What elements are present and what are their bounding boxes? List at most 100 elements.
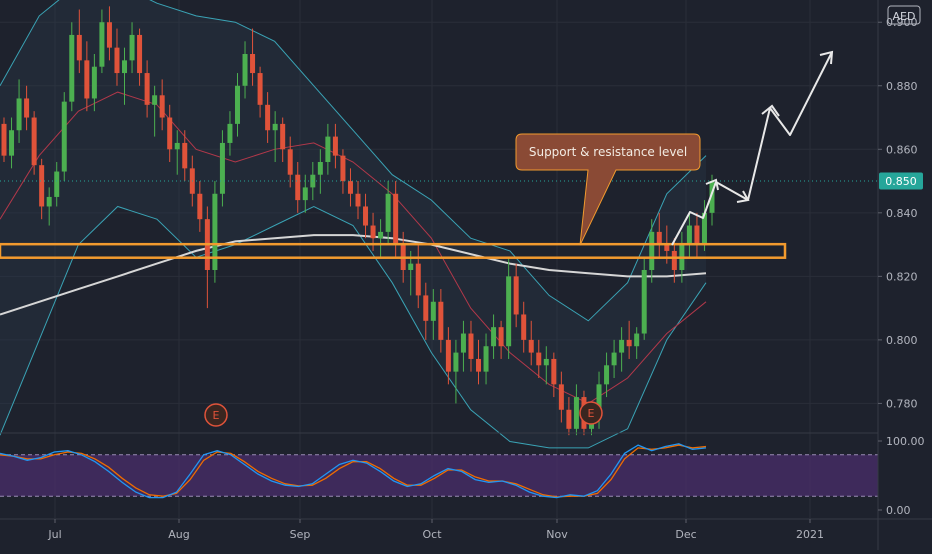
time-tick-label: Nov [546, 528, 568, 541]
time-tick-label: 2021 [796, 528, 824, 541]
candle-body [604, 365, 610, 385]
candle-body [174, 142, 180, 150]
candle-body [460, 333, 466, 353]
price-tick-label: 0.860 [886, 143, 918, 156]
candle-body [325, 136, 331, 162]
candle-body [430, 301, 436, 321]
candle-body [513, 276, 519, 315]
callout-label: Support & resistance level [529, 145, 687, 159]
candle-body [438, 301, 444, 340]
candle-body [611, 352, 617, 366]
candle-body [551, 358, 557, 385]
candle-body [626, 339, 632, 347]
stochastic-tick-label: 0.00 [886, 504, 911, 517]
chart-container: Support & resistance level EE 0.900 0.880… [0, 0, 932, 550]
time-tick-label: Aug [168, 528, 189, 541]
candle-body [340, 155, 346, 182]
candle-body [167, 117, 173, 150]
candle-body [468, 333, 474, 359]
time-tick-label: Oct [422, 528, 442, 541]
candle-body [31, 117, 37, 166]
candle-body [453, 352, 459, 372]
candle-body [129, 34, 135, 61]
candle-body [152, 95, 158, 105]
earnings-marker-label: E [213, 409, 220, 422]
price-tick-label: 0.780 [886, 397, 918, 410]
chart-canvas: Support & resistance level EE 0.9000.880… [0, 0, 932, 550]
candle-body [24, 98, 30, 118]
candle-body [686, 225, 692, 245]
candle-body [423, 295, 429, 321]
candle-body [272, 123, 278, 131]
candle-body [521, 314, 527, 340]
candle-body [483, 346, 489, 372]
candle-body [114, 47, 120, 74]
candle-body [378, 231, 384, 239]
candle-body [234, 85, 240, 124]
candle-body [197, 193, 203, 220]
candle-body [393, 193, 399, 245]
candle-body [250, 54, 256, 74]
candle-body [219, 142, 225, 194]
candle-body [491, 327, 497, 347]
candle-body [76, 34, 82, 61]
candle-body [528, 339, 534, 353]
candle-body [122, 60, 128, 74]
time-tick-label: Jul [47, 528, 61, 541]
candle-body [498, 327, 504, 347]
candle-body [347, 181, 353, 194]
candle-body [408, 263, 414, 270]
candle-body [9, 130, 15, 156]
candle-body [1, 123, 7, 156]
candle-body [664, 244, 670, 251]
candle-body [536, 352, 542, 366]
candle-body [159, 95, 165, 118]
earnings-marker-label: E [588, 407, 595, 420]
time-tick-label: Dec [675, 528, 696, 541]
candle-body [573, 397, 579, 429]
candle-body [137, 34, 143, 74]
candle-body [106, 22, 112, 48]
price-tick-label: 0.820 [886, 270, 918, 283]
candle-body [385, 193, 391, 232]
candle-body [39, 165, 45, 207]
candle-body [641, 270, 647, 334]
candle-body [287, 149, 293, 175]
candle-body [476, 358, 482, 372]
candle-body [54, 171, 60, 197]
candle-body [370, 225, 376, 239]
candle-body [242, 54, 248, 86]
candle-body [649, 231, 655, 270]
last-price-tag-label: 0.850 [885, 175, 917, 188]
candle-body [302, 187, 308, 201]
price-tick-label: 0.840 [886, 207, 918, 220]
candle-body [91, 66, 97, 99]
candle-body [694, 225, 700, 245]
candle-body [317, 162, 323, 175]
candle-body [363, 206, 369, 226]
price-tick-label: 0.880 [886, 80, 918, 93]
candle-body [332, 136, 338, 156]
candle-body [69, 34, 75, 102]
time-tick-label: Sep [290, 528, 311, 541]
candle-body [506, 276, 512, 347]
candle-body [144, 73, 150, 105]
candle-body [257, 73, 263, 105]
candle-body [445, 339, 451, 372]
candle-body [46, 196, 52, 207]
candle-body [16, 98, 22, 131]
candle-body [558, 384, 564, 410]
candle-body [99, 22, 105, 67]
candle-body [265, 104, 271, 131]
price-tick-label: 0.800 [886, 334, 918, 347]
last-price-tag: 0.850 [879, 172, 923, 190]
candle-body [355, 193, 361, 207]
candle-body [280, 123, 286, 150]
candle-body [84, 60, 90, 99]
candle-body [295, 174, 301, 201]
candle-body [634, 333, 640, 347]
currency-label: AED [893, 10, 916, 23]
candle-body [671, 250, 677, 270]
candle-body [619, 339, 625, 353]
candle-body [566, 409, 572, 429]
